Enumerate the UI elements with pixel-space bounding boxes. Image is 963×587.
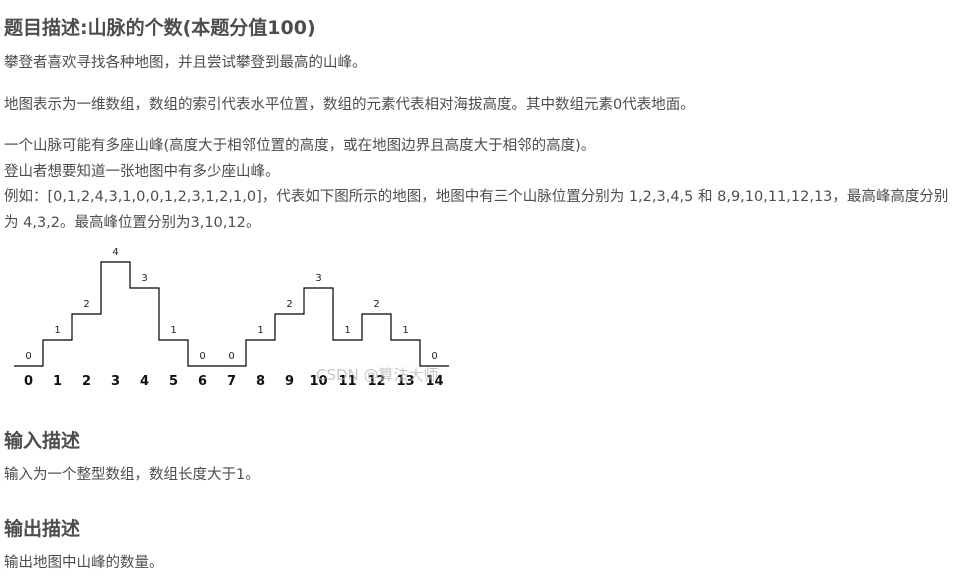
index-label: 3 bbox=[111, 374, 120, 389]
output-heading: 输出描述 bbox=[4, 518, 81, 540]
height-label: 0 bbox=[228, 351, 234, 362]
height-label: 1 bbox=[170, 325, 176, 336]
question-paragraph: 登山者想要知道一张地图中有多少座山峰。 bbox=[4, 164, 280, 180]
index-label: 9 bbox=[285, 374, 294, 389]
height-label: 4 bbox=[112, 247, 118, 258]
intro-paragraph: 攀登者喜欢寻找各种地图，并且尝试攀登到最高的山峰。 bbox=[4, 55, 367, 71]
height-label: 3 bbox=[141, 273, 147, 284]
output-description: 输出地图中山峰的数量。 bbox=[4, 555, 164, 571]
height-label: 0 bbox=[199, 351, 205, 362]
peak-definition-paragraph: 一个山脉可能有多座山峰(高度大于相邻位置的高度，或在地图边界且高度大于相邻的高度… bbox=[4, 138, 596, 154]
index-label: 2 bbox=[82, 374, 91, 389]
input-heading: 输入描述 bbox=[4, 430, 81, 452]
index-label: 0 bbox=[24, 374, 33, 389]
height-label: 1 bbox=[402, 325, 408, 336]
index-label: 5 bbox=[169, 374, 178, 389]
input-description: 输入为一个整型数组，数组长度大于1。 bbox=[4, 467, 260, 483]
index-label: 6 bbox=[198, 374, 207, 389]
csdn-watermark: CSDN @算法大师 bbox=[316, 366, 439, 384]
map-definition-paragraph: 地图表示为一维数组，数组的索引代表水平位置，数组的元素代表相对海拔高度。其中数组… bbox=[4, 97, 695, 113]
index-label: 1 bbox=[53, 374, 62, 389]
height-label: 1 bbox=[344, 325, 350, 336]
height-label: 0 bbox=[431, 351, 437, 362]
height-label: 3 bbox=[315, 273, 321, 284]
height-label: 2 bbox=[286, 299, 292, 310]
index-label: 7 bbox=[227, 374, 236, 389]
height-label: 0 bbox=[25, 351, 31, 362]
height-label: 1 bbox=[257, 325, 263, 336]
index-label: 4 bbox=[140, 374, 149, 389]
page-title: 题目描述:山脉的个数(本题分值100) bbox=[4, 17, 316, 39]
height-label: 1 bbox=[54, 325, 60, 336]
example-paragraph: 例如：[0,1,2,4,3,1,0,0,1,2,3,1,2,1,0]，代表如下图… bbox=[4, 189, 949, 231]
height-label: 2 bbox=[83, 299, 89, 310]
index-label: 8 bbox=[256, 374, 265, 389]
height-label: 2 bbox=[373, 299, 379, 310]
